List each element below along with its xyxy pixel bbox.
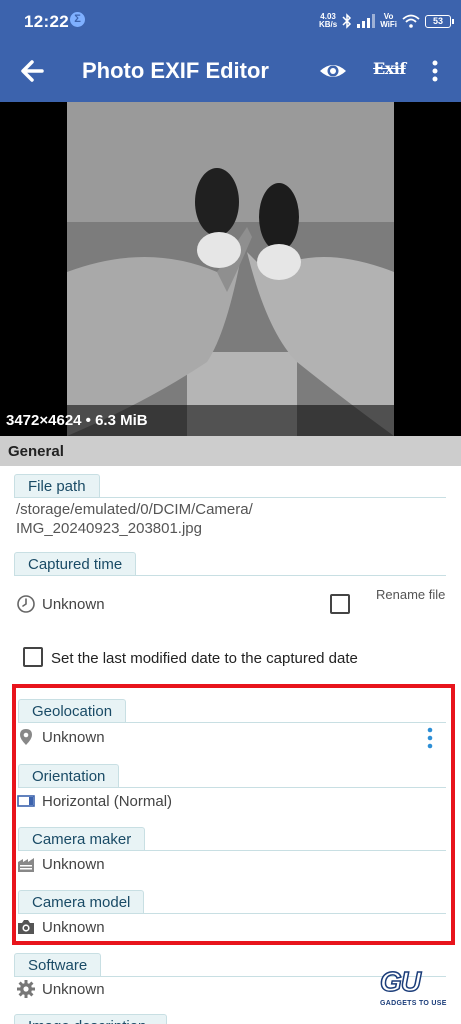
set-modified-date-checkbox[interactable] xyxy=(23,647,43,667)
app-bar: Photo EXIF Editor Exif xyxy=(0,40,461,102)
status-bar: 12:22 Σ 4.03 KB/s Vo WiFi 53 xyxy=(0,0,461,40)
photo-illustration xyxy=(67,102,394,436)
more-options-icon[interactable] xyxy=(424,57,446,85)
photo-dimensions: 3472×4624 • 6.3 MiB xyxy=(0,405,461,436)
wifi-icon xyxy=(402,14,420,28)
network-speed-unit: KB/s xyxy=(318,20,338,29)
software-value[interactable]: Unknown xyxy=(42,981,105,998)
file-path-value[interactable]: /storage/emulated/0/DCIM/Camera/ IMG_202… xyxy=(16,500,253,538)
eye-icon[interactable] xyxy=(318,58,348,84)
app-title: Photo EXIF Editor xyxy=(82,58,269,83)
status-time: 12:22 xyxy=(24,12,69,31)
highlight-annotation-box xyxy=(12,684,455,945)
rename-file-label: Rename file xyxy=(376,587,446,602)
notification-app-icon: Σ xyxy=(70,12,85,27)
rename-file-checkbox[interactable] xyxy=(330,594,350,614)
set-modified-date-label[interactable]: Set the last modified date to the captur… xyxy=(51,650,358,667)
image-description-label: Image description xyxy=(14,1014,167,1024)
captured-time-label: Captured time xyxy=(14,552,137,576)
file-path-line-1: /storage/emulated/0/DCIM/Camera/ xyxy=(16,501,253,518)
file-path-label: File path xyxy=(14,474,100,498)
battery-indicator: 53 xyxy=(425,14,454,28)
divider xyxy=(14,497,446,498)
divider xyxy=(14,575,446,576)
gear-icon xyxy=(17,980,35,998)
captured-time-value[interactable]: Unknown xyxy=(42,596,105,613)
watermark-logo-text: GU xyxy=(379,965,422,998)
network-speed: 4.03 KB/s xyxy=(319,13,337,29)
photo-image xyxy=(67,102,394,436)
back-arrow-icon[interactable] xyxy=(16,55,48,87)
volte-indicator: Vo WiFi xyxy=(380,13,397,29)
photo-preview[interactable]: 3472×4624 • 6.3 MiB xyxy=(0,102,461,436)
watermark-caption: GADGETS TO USE xyxy=(380,1000,447,1007)
file-path-line-2: IMG_20240923_203801.jpg xyxy=(16,520,202,537)
signal-icon xyxy=(357,14,376,28)
section-header-general: General xyxy=(0,436,461,466)
exif-icon[interactable]: Exif xyxy=(373,59,406,78)
wifi-calling-label: WiFi xyxy=(380,20,397,29)
software-label: Software xyxy=(14,953,102,977)
bluetooth-icon xyxy=(342,13,352,29)
status-indicators: 4.03 KB/s Vo WiFi 53 xyxy=(319,10,454,32)
watermark-logo: GU GADGETS TO USE xyxy=(379,965,450,1012)
clock-icon xyxy=(17,595,35,613)
